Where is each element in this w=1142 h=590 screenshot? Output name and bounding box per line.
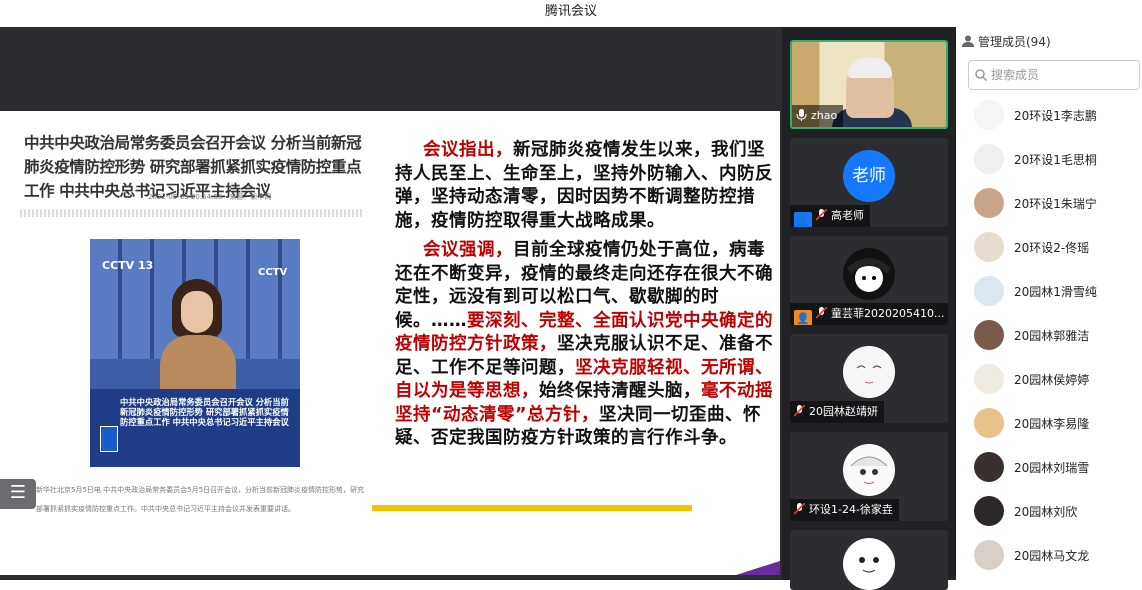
avatar-face-icon xyxy=(844,347,894,397)
quote-text: 会议指出，新冠肺炎疫情发生以来，我们坚持人民至上、生命至上，坚持外防输入、内防反… xyxy=(395,139,775,457)
video-panel: zhao 老师 👤 高老师 👤 童芸菲2020205410... 20园林赵靖妍 环… xyxy=(782,27,956,590)
avatar xyxy=(974,496,1004,526)
quote-paragraph-1: 会议指出，新冠肺炎疫情发生以来，我们坚持人民至上、生命至上，坚持外防输入、内防反… xyxy=(395,139,775,233)
window-title: 腾讯会议 xyxy=(0,0,1142,27)
avatar xyxy=(974,364,1004,394)
tile-name: zhao xyxy=(792,105,844,127)
member-list-item[interactable]: 20环设1李志鹏 xyxy=(974,100,1142,130)
avatar xyxy=(974,188,1004,218)
yellow-accent-bar xyxy=(372,505,692,511)
cctv-logo: CCTV 13 xyxy=(102,259,154,272)
tile-name: 👤 高老师 xyxy=(790,205,870,227)
tile-name: 20园林赵靖妍 xyxy=(790,401,884,423)
member-list-item[interactable]: 20园林郭雅洁 xyxy=(974,320,1142,350)
member-list-item[interactable]: 20环设1毛思桐 xyxy=(974,144,1142,174)
member-list-item[interactable]: 20园林李易隆 xyxy=(974,408,1142,438)
video-tile-xu[interactable]: 环设1-24-徐家垚 xyxy=(790,432,948,521)
member-name: 20园林侯婷婷 xyxy=(1014,373,1090,387)
quote-p1-lead: 会议指出， xyxy=(423,140,513,160)
member-list-item[interactable]: 20园林侯婷婷 xyxy=(974,364,1142,394)
member-header: 管理成员(94) xyxy=(962,33,1051,50)
member-name: 20园林郭雅洁 xyxy=(1014,329,1090,343)
avatar-art-icon xyxy=(847,258,891,292)
member-list-item[interactable]: 20园林刘瑞雪 xyxy=(974,452,1142,482)
member-name: 20环设1毛思桐 xyxy=(1014,153,1097,167)
member-name: 20园林马文龙 xyxy=(1014,549,1090,563)
avatar xyxy=(843,248,895,300)
member-name: 20园林李易隆 xyxy=(1014,417,1090,431)
mic-muted-icon xyxy=(816,209,827,221)
member-name: 20园林1滑雪纯 xyxy=(1014,285,1097,299)
anchor-face xyxy=(181,291,213,333)
person-icon xyxy=(962,35,974,47)
member-name: 20园林刘欣 xyxy=(1014,505,1078,519)
mic-icon xyxy=(796,109,807,121)
tv-caption: 中共中央政治局常务委员会召开会议 分析当前新冠肺炎疫情防控形势 研究部署抓紧抓实… xyxy=(120,397,289,427)
tile-name: 环设1-24-徐家垚 xyxy=(790,499,899,521)
quote-paragraph-2: 会议强调，目前全球疫情仍处于高位，病毒还在不断变异，疫情的最终走向还存在很大不确… xyxy=(395,239,775,451)
search-icon xyxy=(975,69,987,81)
member-name: 20环设2-佟瑶 xyxy=(1014,241,1090,255)
mic-muted-icon xyxy=(794,405,805,417)
purple-corner xyxy=(736,561,780,575)
video-tile-zhao-jingyan[interactable]: 20园林赵靖妍 xyxy=(790,334,948,423)
speaker-hair xyxy=(848,58,892,78)
avatar-face-icon xyxy=(844,539,894,589)
video-tile-teacher[interactable]: 老师 👤 高老师 xyxy=(790,138,948,227)
news-badge xyxy=(100,426,118,452)
avatar-cartoon-icon xyxy=(844,445,894,495)
member-list-item[interactable]: 20环设2-佟瑶 xyxy=(974,232,1142,262)
quote-p2-text3: 始终保持清醒头脑， xyxy=(539,381,701,401)
member-name: 20园林刘瑞雪 xyxy=(1014,461,1090,475)
search-placeholder: 搜索成员 xyxy=(991,68,1040,82)
member-list-item[interactable]: 20园林1滑雪纯 xyxy=(974,276,1142,306)
news-photo: CCTV 13 CCTV 中共中央政治局常务委员会召开会议 分析当前新冠肺炎疫情… xyxy=(90,239,300,467)
cctv-logo-right: CCTV xyxy=(258,267,288,278)
cohost-icon: 👤 xyxy=(794,212,812,227)
avatar xyxy=(974,276,1004,306)
quote-p2-lead: 会议强调， xyxy=(423,240,513,260)
avatar xyxy=(974,540,1004,570)
member-panel: 管理成员(94) 搜索成员 20环设1李志鹏 20环设1毛思桐 20环设1朱瑞宁 20… xyxy=(956,27,1142,580)
avatar xyxy=(974,452,1004,482)
avatar xyxy=(974,144,1004,174)
news-body: 新华社北京5月5日电 中共中央政治局常务委员会5月5日召开会议，分析当前新冠肺炎… xyxy=(36,486,365,513)
avatar xyxy=(974,100,1004,130)
tile-name: 👤 童芸菲2020205410... xyxy=(790,303,948,325)
shared-slide: 中共中央政治局常务委员会召开会议 分析当前新冠肺炎疫情防控形势 研究部署抓紧抓实… xyxy=(0,111,780,575)
member-search-input[interactable]: 搜索成员 xyxy=(968,60,1140,90)
host-icon: 👤 xyxy=(794,310,812,325)
avatar: 老师 xyxy=(843,150,895,202)
avatar xyxy=(843,444,895,496)
avatar xyxy=(843,538,895,590)
mic-muted-icon xyxy=(816,307,827,319)
news-divider xyxy=(20,209,364,217)
news-meta: 2022-05-05 20:54:53 来源：新华网 xyxy=(148,193,272,201)
member-name: 20环设1朱瑞宁 xyxy=(1014,197,1097,211)
shared-screen-area: 中共中央政治局常务委员会召开会议 分析当前新冠肺炎疫情防控形势 研究部署抓紧抓实… xyxy=(0,27,782,580)
avatar xyxy=(843,346,895,398)
video-tile-6[interactable] xyxy=(790,530,948,590)
member-name: 20环设1李志鹏 xyxy=(1014,109,1097,123)
member-list-item[interactable]: 20环设1朱瑞宁 xyxy=(974,188,1142,218)
news-article: 中共中央政治局常务委员会召开会议 分析当前新冠肺炎疫情防控形势 研究部署抓紧抓实… xyxy=(0,111,372,575)
avatar xyxy=(974,320,1004,350)
mic-muted-icon xyxy=(794,503,805,515)
list-icon[interactable]: ☰ xyxy=(0,479,36,509)
member-list-item[interactable]: 20园林刘欣 xyxy=(974,496,1142,526)
avatar xyxy=(974,408,1004,438)
video-tile-tong[interactable]: 👤 童芸菲2020205410... xyxy=(790,236,948,325)
member-list-item[interactable]: 20园林马文龙 xyxy=(974,540,1142,570)
video-tile-zhao[interactable]: zhao xyxy=(790,40,948,129)
avatar xyxy=(974,232,1004,262)
